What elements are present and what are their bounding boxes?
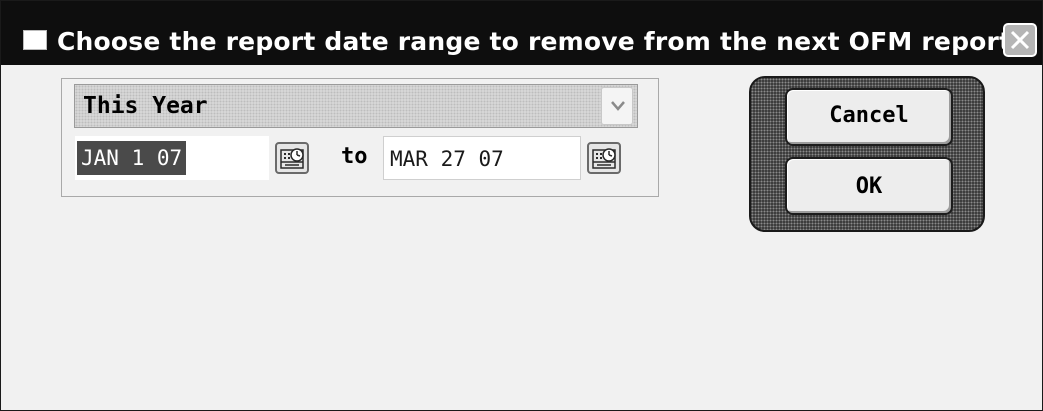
end-date-calendar-button[interactable]	[587, 142, 621, 174]
window-app-icon	[23, 30, 47, 50]
start-date-value: JAN 1 07	[77, 141, 187, 175]
calendar-icon	[280, 148, 304, 169]
to-label: to	[341, 144, 368, 169]
close-button[interactable]	[1003, 23, 1037, 57]
title-bar: Choose the report date range to remove f…	[1, 1, 1042, 65]
date-range-selected-value: This Year	[83, 93, 208, 119]
chevron-down-icon	[611, 101, 625, 111]
end-date-field[interactable]: MAR 27 07	[383, 136, 581, 180]
calendar-icon	[592, 148, 616, 169]
ok-button[interactable]: OK	[785, 157, 953, 215]
window-title: Choose the report date range to remove f…	[57, 27, 1021, 56]
end-date-value: MAR 27 07	[390, 147, 504, 171]
close-icon	[1010, 30, 1030, 50]
date-range-select[interactable]: This Year	[74, 84, 638, 128]
start-date-field[interactable]: JAN 1 07	[75, 136, 269, 180]
cancel-button[interactable]: Cancel	[785, 88, 953, 146]
start-date-calendar-button[interactable]	[275, 142, 309, 174]
dropdown-button[interactable]	[601, 87, 633, 125]
dialog-window: Choose the report date range to remove f…	[0, 0, 1043, 411]
